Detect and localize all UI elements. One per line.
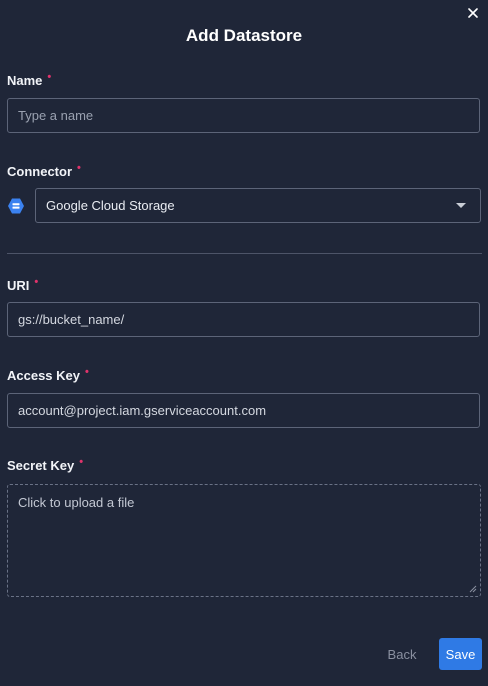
back-button[interactable]: Back xyxy=(382,638,422,670)
required-marker: • xyxy=(34,276,39,288)
name-label: Name • xyxy=(7,71,52,88)
required-marker: • xyxy=(85,366,89,378)
access-key-input[interactable] xyxy=(7,393,480,428)
chevron-down-icon xyxy=(456,203,466,208)
dialog-title: Add Datastore xyxy=(185,26,303,45)
section-divider xyxy=(7,253,482,254)
connector-select[interactable]: Google Cloud Storage xyxy=(35,188,481,223)
access-key-label-text: Access Key xyxy=(7,368,80,383)
google-cloud-storage-icon xyxy=(7,197,25,215)
connector-selected-value: Google Cloud Storage xyxy=(46,198,175,213)
name-label-text: Name xyxy=(7,73,43,88)
access-key-label: Access Key • xyxy=(7,366,89,383)
name-input[interactable] xyxy=(7,98,480,133)
close-icon[interactable] xyxy=(466,6,480,20)
required-marker: • xyxy=(47,71,52,83)
required-marker: • xyxy=(79,456,84,468)
secret-key-label: Secret Key • xyxy=(7,456,84,473)
upload-prompt: Click to upload a file xyxy=(18,495,135,510)
connector-label: Connector • xyxy=(7,162,81,179)
required-marker: • xyxy=(77,162,81,174)
uri-label: URI • xyxy=(7,276,39,293)
uri-input[interactable] xyxy=(7,302,480,337)
resize-grip-icon[interactable] xyxy=(469,585,477,593)
save-button[interactable]: Save xyxy=(439,638,482,670)
secret-key-label-text: Secret Key xyxy=(7,458,75,473)
connector-label-text: Connector xyxy=(7,164,72,179)
secret-key-upload-area[interactable]: Click to upload a file xyxy=(7,484,481,597)
uri-label-text: URI xyxy=(7,278,30,293)
